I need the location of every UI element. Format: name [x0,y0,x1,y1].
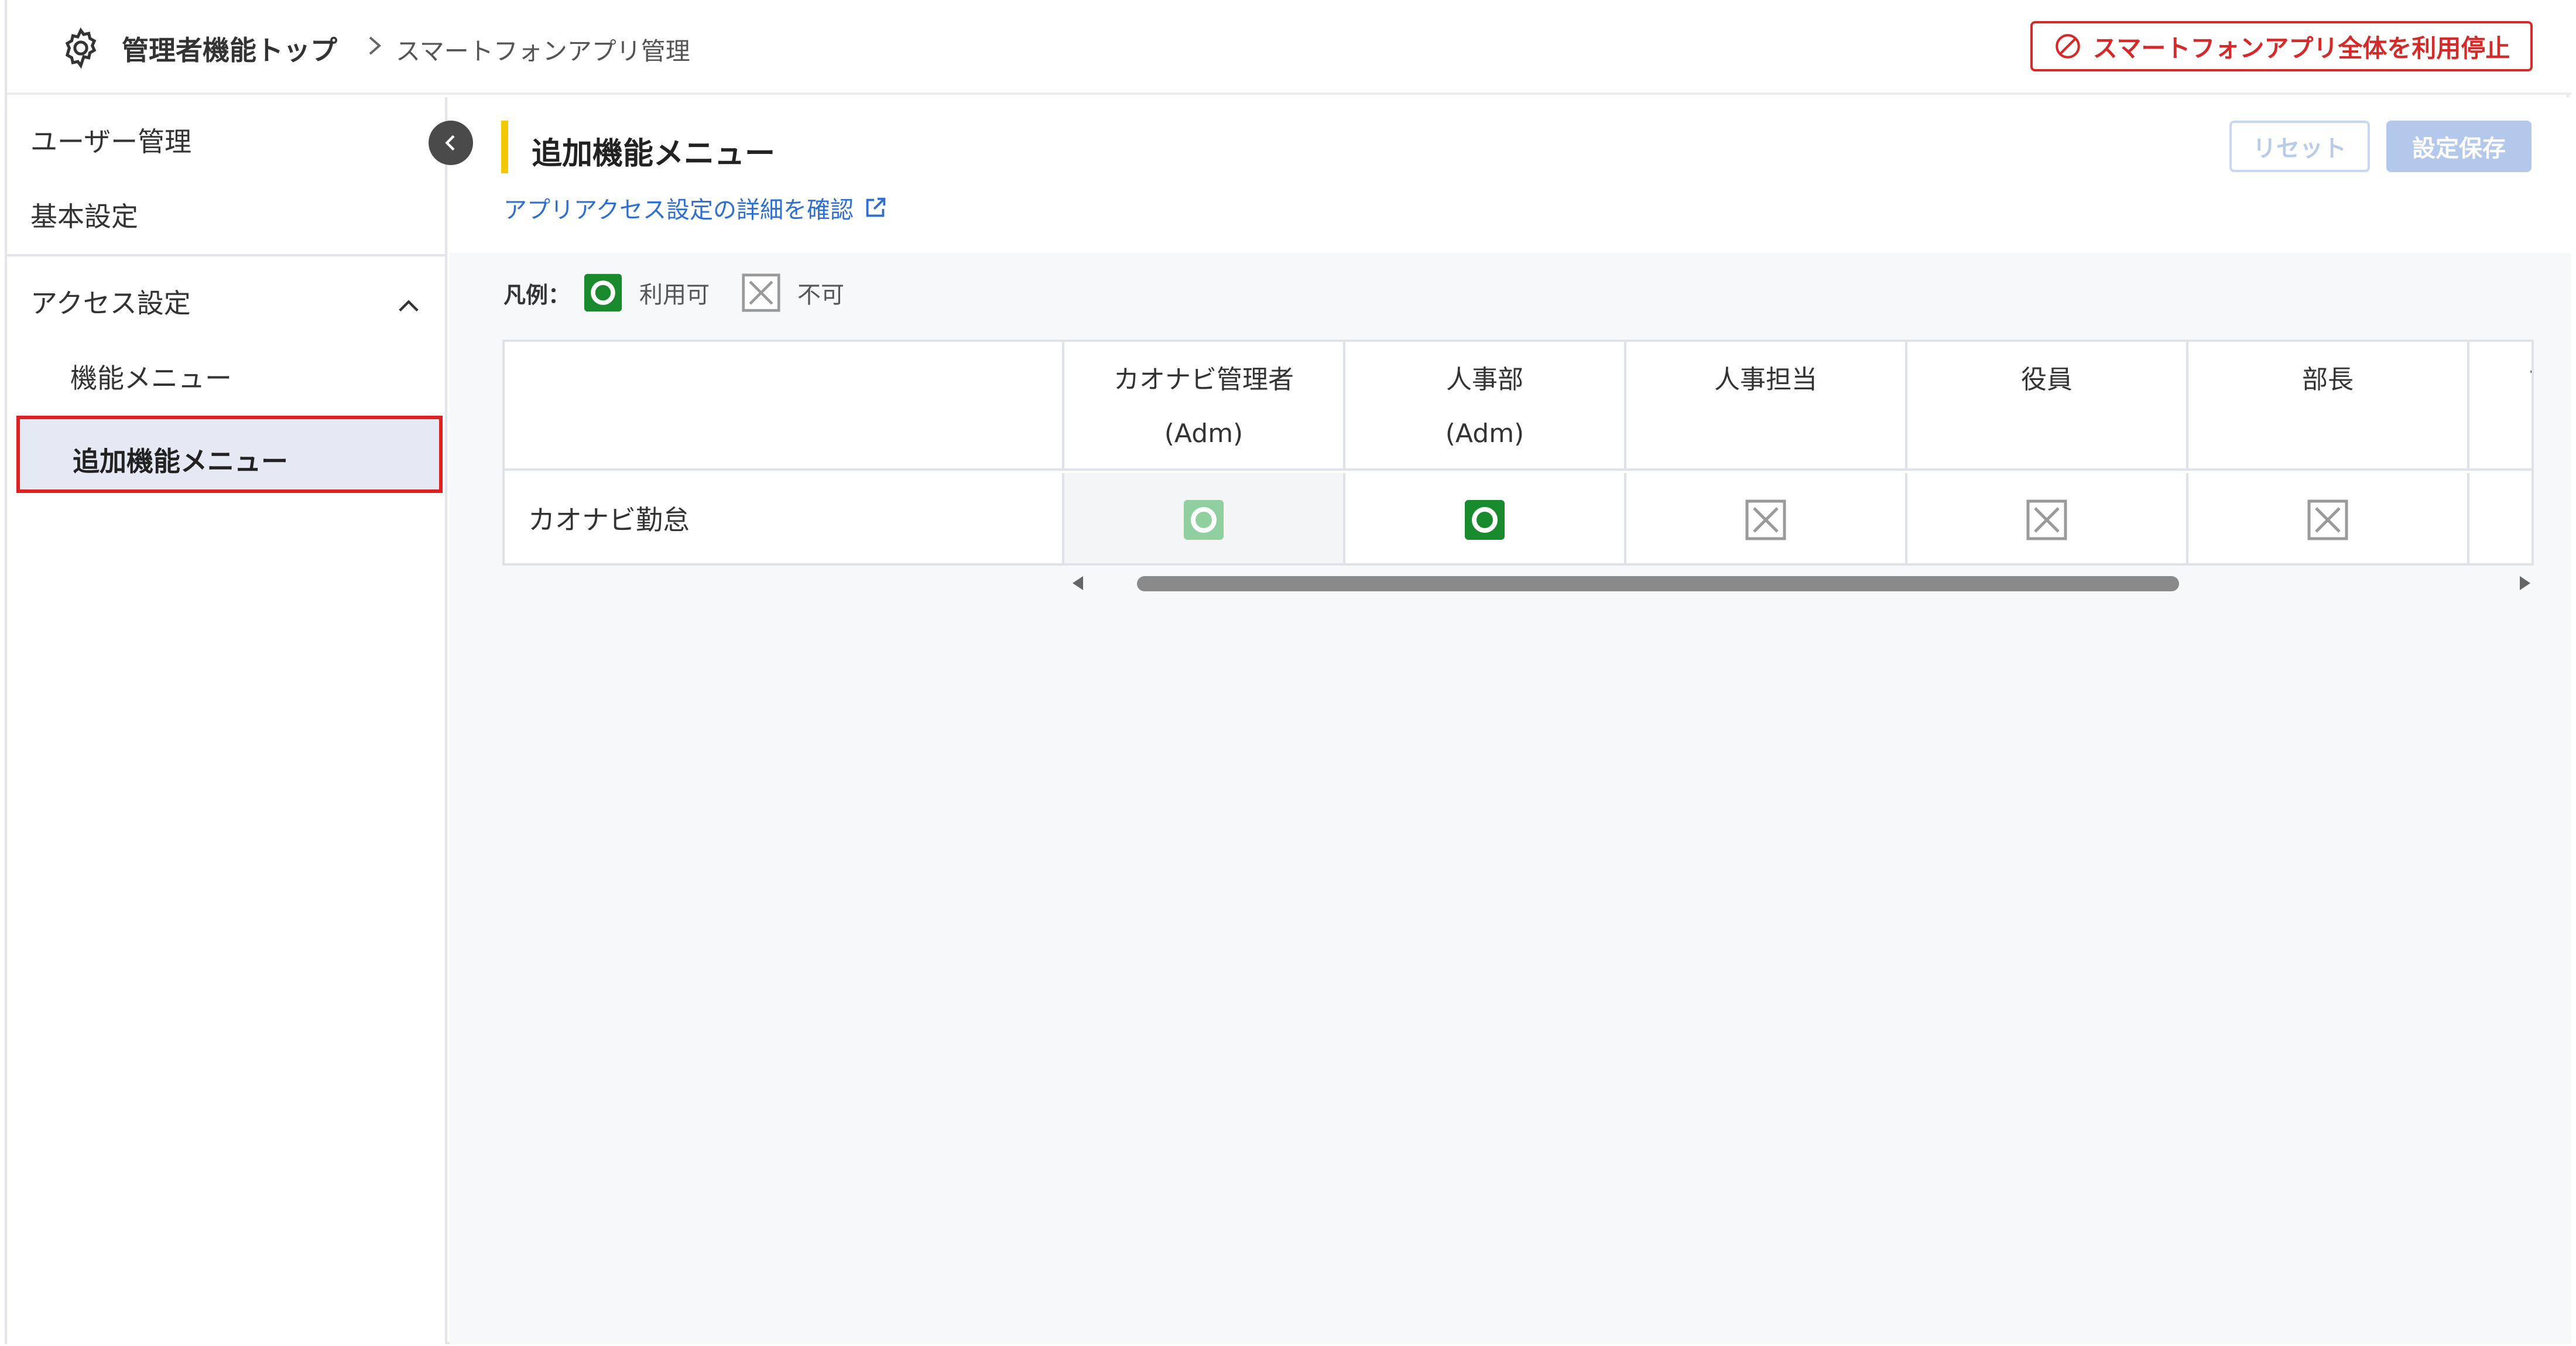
breadcrumb-admin-top[interactable]: 管理者機能トップ [122,29,337,68]
column-header: カオナビ管理者 (Adm) [1064,342,1345,471]
column-header-name: 役員 [2021,365,2073,395]
permission-cell[interactable] [2188,473,2469,563]
column-header-sub: (Adm) [1164,419,1244,448]
row-label: カオナビ勤怠 [528,504,690,536]
chevron-right-icon [369,36,382,55]
gear-icon[interactable] [59,26,103,70]
row-label-cell: カオナビ勤怠 [505,473,1064,563]
column-header-name: 人事担当 [1714,365,1817,395]
top-header: 管理者機能トップ スマートフォンアプリ管理 スマートフォンアプリ全体を利用停止 [7,0,2571,95]
scrollbar-thumb[interactable] [1137,576,2179,591]
chevron-left-icon [445,135,455,151]
permission-cell [1064,473,1345,563]
table-header-row: カオナビ管理者 (Adm) 人事部 (Adm) 人事担当 役員 部長 マ [505,342,2532,471]
save-settings-button[interactable]: 設定保存 [2386,121,2532,172]
stop-all-app-label: スマートフォンアプリ全体を利用停止 [2092,33,2510,63]
legend-label: 凡例： [503,282,571,308]
scroll-right-arrow-icon[interactable] [2520,576,2530,590]
denied-icon [742,273,780,312]
column-header: 人事担当 [1626,342,1907,471]
access-table: カオナビ管理者 (Adm) 人事部 (Adm) 人事担当 役員 部長 マ [502,340,2534,566]
title-area: 追加機能メニュー アプリアクセス設定の詳細を確認 リセット 設定保存 [450,97,2571,253]
permission-cell [2469,473,2532,563]
column-header-name: 部長 [2302,365,2354,395]
legend-denied-text: 不可 [797,282,845,309]
table-horizontal-scrollbar[interactable] [1073,571,2534,595]
permission-cell[interactable] [1345,473,1626,563]
allowed-icon [584,273,622,312]
reset-button[interactable]: リセット [2229,121,2370,172]
title-accent-bar [501,121,508,173]
detail-link-text: アプリアクセス設定の詳細を確認 [503,197,854,224]
sidebar-item-label: 追加機能メニュー [73,446,288,477]
stop-all-app-button[interactable]: スマートフォンアプリ全体を利用停止 [2030,21,2533,71]
header-corner-cell [505,342,1064,471]
sidebar-item-function-menu[interactable]: 機能メニュー [70,357,232,396]
column-header: 役員 [1907,342,2188,471]
column-header-sub: (Adm) [1445,419,1525,448]
breadcrumb-current: スマートフォンアプリ管理 [396,37,690,66]
legend: 凡例： 利用可 不可 [503,273,876,313]
allowed-icon[interactable] [1464,499,1506,541]
detail-link[interactable]: アプリアクセス設定の詳細を確認 [503,191,889,225]
legend-allowed-text: 利用可 [639,282,710,309]
external-link-icon [866,197,886,217]
denied-icon[interactable] [2307,499,2349,541]
permission-cell[interactable] [1626,473,1907,563]
column-header: 部長 [2188,342,2469,471]
sidebar-item-additional-menu[interactable]: 追加機能メニュー [16,416,443,493]
main-content: 追加機能メニュー アプリアクセス設定の詳細を確認 リセット 設定保存 凡例： 利… [450,97,2571,1344]
sidebar-item-access-settings[interactable]: アクセス設定 [30,282,191,321]
chevron-up-icon[interactable] [393,292,424,322]
app-frame: 管理者機能トップ スマートフォンアプリ管理 スマートフォンアプリ全体を利用停止 … [5,0,2571,1344]
prohibited-icon [2055,34,2080,59]
column-header-name: マ [2469,354,2532,406]
sidebar-divider [7,254,445,256]
allowed-locked-icon [1184,500,1224,540]
collapse-sidebar-button[interactable] [429,121,473,165]
column-header-name: 人事部 [1446,365,1523,395]
page-title: 追加機能メニュー [532,136,776,172]
permission-cell[interactable] [1907,473,2188,563]
scroll-left-arrow-icon[interactable] [1073,576,1083,590]
denied-icon[interactable] [1745,499,1787,541]
column-header: マ [2469,342,2532,471]
column-header: 人事部 (Adm) [1345,342,1626,471]
sidebar-item-basic-settings[interactable]: 基本設定 [30,196,138,234]
column-header-name: カオナビ管理者 [1114,365,1294,395]
sidebar-item-user-management[interactable]: ユーザー管理 [30,121,191,159]
sidebar: ユーザー管理 基本設定 アクセス設定 機能メニュー 追加機能メニュー [7,97,447,1344]
denied-icon[interactable] [2026,499,2068,541]
